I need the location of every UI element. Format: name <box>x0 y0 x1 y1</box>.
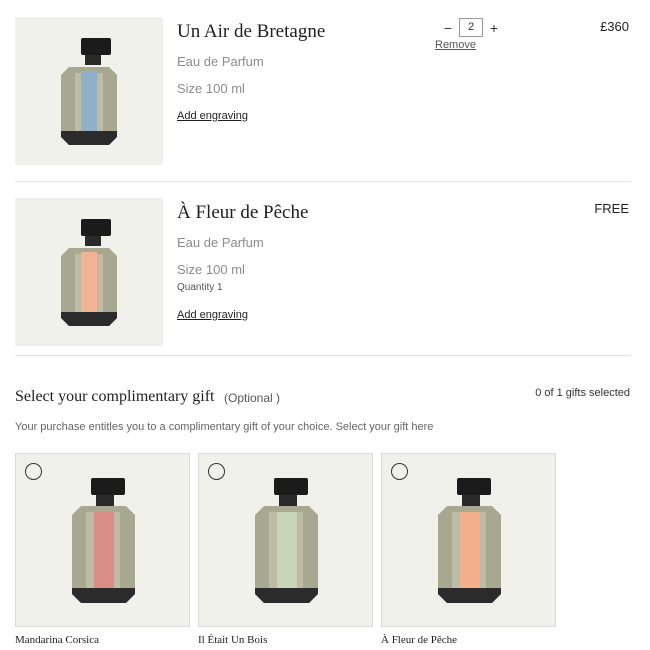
divider <box>15 355 631 356</box>
gift-option-name: À Fleur de Pêche <box>381 634 458 646</box>
remove-link[interactable]: Remove <box>435 39 476 51</box>
divider <box>15 181 631 182</box>
perfume-bottle-icon <box>61 38 117 145</box>
perfume-bottle-icon <box>61 219 117 326</box>
product-type: Eau de Parfum <box>177 54 264 69</box>
gift-option-card[interactable] <box>15 453 190 627</box>
product-size: Size 100 ml <box>177 262 245 277</box>
product-type: Eau de Parfum <box>177 235 264 250</box>
optional-label: (Optional ) <box>224 391 281 405</box>
increase-quantity-button[interactable]: + <box>487 19 501 37</box>
perfume-bottle-icon <box>72 478 135 603</box>
product-size: Size 100 ml <box>177 81 245 96</box>
perfume-bottle-icon <box>255 478 318 603</box>
cart-item: À Fleur de Pêche Eau de Parfum Size 100 … <box>15 198 631 346</box>
product-image[interactable] <box>15 198 163 346</box>
gift-option-card[interactable] <box>381 453 556 627</box>
price: FREE <box>594 201 629 216</box>
product-quantity: Quantity 1 <box>177 282 223 293</box>
gift-description: Your purchase entitles you to a complime… <box>15 421 434 433</box>
gift-option-name: Mandarina Corsica <box>15 634 99 646</box>
product-image[interactable] <box>15 17 163 165</box>
gift-option-card[interactable] <box>198 453 373 627</box>
gift-radio-button[interactable] <box>208 463 225 480</box>
perfume-bottle-icon <box>438 478 501 603</box>
add-engraving-link[interactable]: Add engraving <box>177 309 248 321</box>
gift-section-title: Select your complimentary gift <box>15 388 215 405</box>
gift-selection-count: 0 of 1 gifts selected <box>535 387 630 399</box>
product-name[interactable]: À Fleur de Pêche <box>177 202 308 224</box>
gift-option-name: Il Était Un Bois <box>198 634 268 646</box>
product-name[interactable]: Un Air de Bretagne <box>177 21 325 43</box>
quantity-input[interactable]: 2 <box>459 18 483 37</box>
quantity-stepper: − 2 + <box>441 18 501 37</box>
gift-radio-button[interactable] <box>25 463 42 480</box>
gift-radio-button[interactable] <box>391 463 408 480</box>
add-engraving-link[interactable]: Add engraving <box>177 110 248 122</box>
decrease-quantity-button[interactable]: − <box>441 19 455 37</box>
price: £360 <box>600 19 629 34</box>
cart-item: Un Air de Bretagne Eau de Parfum Size 10… <box>15 17 631 165</box>
